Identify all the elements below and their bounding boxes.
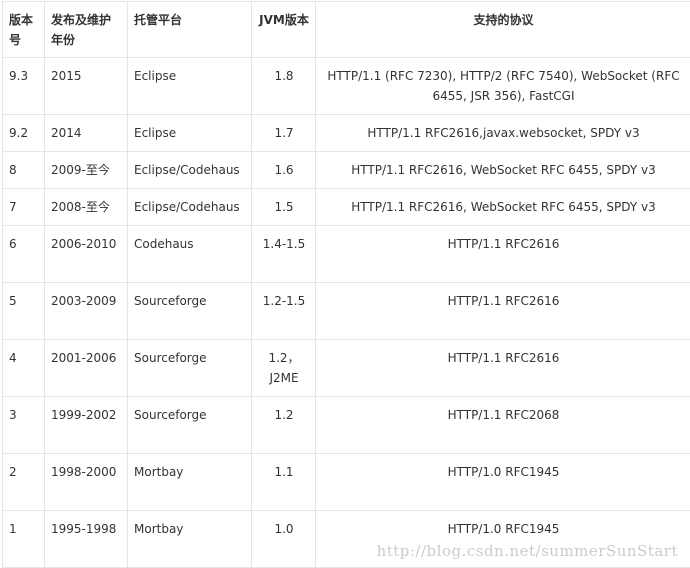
cell-protocols: HTTP/1.1 RFC2616 (315, 282, 690, 340)
header-host: 托管平台 (127, 1, 252, 58)
watermark: http://blog.csdn.net/summerSunStart (376, 542, 678, 560)
cell-years: 1998-2000 (44, 453, 128, 511)
cell-jvm: 1.6 (251, 151, 316, 189)
cell-protocols: HTTP/1.1 RFC2616,javax.websocket, SPDY v… (315, 114, 690, 152)
cell-years: 2008-至今 (44, 188, 128, 226)
cell-jvm: 1.2，J2ME (251, 339, 316, 397)
cell-host: Mortbay (127, 453, 252, 511)
cell-years: 1995-1998 (44, 510, 128, 568)
cell-protocols: HTTP/1.1 RFC2068 (315, 396, 690, 454)
header-version: 版本号 (2, 1, 45, 58)
cell-years: 2015 (44, 57, 128, 115)
cell-jvm: 1.1 (251, 453, 316, 511)
table-row: 4 2001-2006 Sourceforge 1.2，J2ME HTTP/1.… (2, 339, 690, 397)
table-row: 9.3 2015 Eclipse 1.8 HTTP/1.1 (RFC 7230)… (2, 57, 690, 115)
cell-years: 1999-2002 (44, 396, 128, 454)
cell-years: 2006-2010 (44, 225, 128, 283)
cell-version: 9.2 (2, 114, 45, 152)
cell-version: 3 (2, 396, 45, 454)
cell-version: 6 (2, 225, 45, 283)
table-row: 9.2 2014 Eclipse 1.7 HTTP/1.1 RFC2616,ja… (2, 114, 690, 152)
cell-host: Sourceforge (127, 339, 252, 397)
table-row: 3 1999-2002 Sourceforge 1.2 HTTP/1.1 RFC… (2, 396, 690, 454)
cell-host: Codehaus (127, 225, 252, 283)
cell-years: 2014 (44, 114, 128, 152)
cell-version: 1 (2, 510, 45, 568)
cell-version: 7 (2, 188, 45, 226)
cell-version: 2 (2, 453, 45, 511)
table-row: 2 1998-2000 Mortbay 1.1 HTTP/1.0 RFC1945 (2, 453, 690, 511)
table-row: 8 2009-至今 Eclipse/Codehaus 1.6 HTTP/1.1 … (2, 151, 690, 189)
cell-protocols: HTTP/1.1 RFC2616 (315, 225, 690, 283)
cell-version: 5 (2, 282, 45, 340)
header-protocols: 支持的协议 (315, 1, 690, 58)
cell-jvm: 1.2 (251, 396, 316, 454)
header-years: 发布及维护年份 (44, 1, 128, 58)
cell-version: 8 (2, 151, 45, 189)
cell-years: 2003-2009 (44, 282, 128, 340)
table-header-row: 版本号 发布及维护年份 托管平台 JVM版本 支持的协议 (2, 1, 690, 58)
cell-years: 2009-至今 (44, 151, 128, 189)
cell-version: 9.3 (2, 57, 45, 115)
cell-jvm: 1.0 (251, 510, 316, 568)
cell-host: Eclipse (127, 57, 252, 115)
cell-host: Eclipse (127, 114, 252, 152)
cell-host: Eclipse/Codehaus (127, 188, 252, 226)
cell-protocols: HTTP/1.1 RFC2616 (315, 339, 690, 397)
table-row: 6 2006-2010 Codehaus 1.4-1.5 HTTP/1.1 RF… (2, 225, 690, 283)
cell-protocols: HTTP/1.1 RFC2616, WebSocket RFC 6455, SP… (315, 188, 690, 226)
table-row: 7 2008-至今 Eclipse/Codehaus 1.5 HTTP/1.1 … (2, 188, 690, 226)
jetty-versions-table: 版本号 发布及维护年份 托管平台 JVM版本 支持的协议 9.3 2015 Ec… (2, 1, 690, 568)
table-row: 5 2003-2009 Sourceforge 1.2-1.5 HTTP/1.1… (2, 282, 690, 340)
cell-jvm: 1.2-1.5 (251, 282, 316, 340)
cell-host: Eclipse/Codehaus (127, 151, 252, 189)
cell-version: 4 (2, 339, 45, 397)
cell-protocols: HTTP/1.1 RFC2616, WebSocket RFC 6455, SP… (315, 151, 690, 189)
cell-years: 2001-2006 (44, 339, 128, 397)
cell-protocols: HTTP/1.0 RFC1945 (315, 453, 690, 511)
cell-protocols: HTTP/1.1 (RFC 7230), HTTP/2 (RFC 7540), … (315, 57, 690, 115)
cell-host: Mortbay (127, 510, 252, 568)
cell-jvm: 1.8 (251, 57, 316, 115)
cell-jvm: 1.7 (251, 114, 316, 152)
cell-jvm: 1.4-1.5 (251, 225, 316, 283)
cell-host: Sourceforge (127, 282, 252, 340)
cell-host: Sourceforge (127, 396, 252, 454)
header-jvm: JVM版本 (251, 1, 316, 58)
cell-jvm: 1.5 (251, 188, 316, 226)
